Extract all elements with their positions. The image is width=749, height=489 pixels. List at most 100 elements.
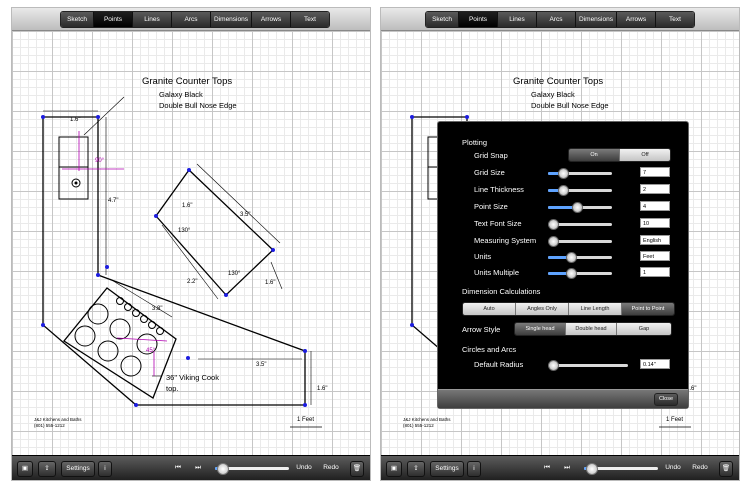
units-multiple-knob[interactable] — [566, 268, 577, 279]
units-multiple-slider[interactable] — [548, 268, 612, 279]
dim-3-5-a: 3.5" — [240, 212, 251, 218]
tab-sketch[interactable]: Sketch — [426, 12, 459, 27]
dim-2-2: 2.2" — [187, 279, 198, 285]
drawing-subtitle-2: Double Bull Nose Edge — [159, 101, 237, 110]
grid-snap-off[interactable]: Off — [620, 149, 670, 161]
rewind-icon[interactable]: ⏮ — [172, 461, 184, 475]
drawing-title: Granite Counter Tops — [513, 76, 604, 87]
units-field[interactable]: Feet — [640, 251, 670, 261]
island-outline — [155, 169, 274, 296]
measuring-system-knob[interactable] — [548, 236, 559, 247]
tab-lines[interactable]: Lines — [133, 12, 172, 27]
plotting-heading: Plotting — [462, 138, 488, 147]
redo-button[interactable]: Redo — [689, 461, 711, 475]
units-multiple-field[interactable]: 1 — [640, 267, 670, 277]
tab-dimensions[interactable]: Dimensions — [576, 12, 617, 27]
undo-button[interactable]: Undo — [293, 461, 315, 475]
tab-arcs[interactable]: Arcs — [172, 12, 211, 27]
trash-icon[interactable]: 🗑 — [350, 461, 364, 477]
tab-points[interactable]: Points — [459, 12, 498, 27]
settings-button[interactable]: Settings — [61, 461, 95, 477]
layers-icon[interactable]: ▣ — [386, 461, 402, 477]
grid-snap-label: Grid Snap — [474, 151, 508, 160]
drawing-subtitle-1: Galaxy Black — [531, 90, 575, 99]
trash-icon[interactable]: 🗑 — [719, 461, 733, 477]
tab-sketch[interactable]: Sketch — [61, 12, 94, 27]
arrow-double-head[interactable]: Double head — [566, 323, 617, 335]
scale-label: 1 Feet — [666, 417, 684, 423]
layers-icon[interactable]: ▣ — [17, 461, 33, 477]
measuring-system-slider[interactable] — [548, 236, 612, 247]
default-radius-field[interactable]: 0.14" — [640, 359, 670, 369]
redo-button[interactable]: Redo — [320, 461, 342, 475]
tab-lines[interactable]: Lines — [498, 12, 537, 27]
grid-snap-on[interactable]: On — [569, 149, 620, 161]
arrow-single-head[interactable]: Single head — [515, 323, 566, 335]
arrow-gap[interactable]: Gap — [617, 323, 671, 335]
tab-text[interactable]: Text — [291, 12, 329, 27]
zoom-slider-knob[interactable] — [217, 463, 230, 475]
measuring-system-label: Measuring System — [474, 236, 537, 245]
company-info: J&J Kitchens and Baths (801) 555-1212 — [403, 417, 451, 428]
tool-segmented-control: Sketch Points Lines Arcs Dimensions Arro… — [425, 11, 695, 28]
left-screen: Sketch Points Lines Arcs Dimensions Arro… — [12, 8, 370, 480]
line-thickness-label: Line Thickness — [474, 185, 524, 194]
bottom-toolbar: ▣ ⇪ Settings i ⏮ ⏭ Undo Redo 🗑 — [12, 455, 370, 480]
line-thickness-field[interactable]: 2 — [640, 184, 670, 194]
info-button[interactable]: i — [467, 461, 481, 477]
info-button[interactable]: i — [98, 461, 112, 477]
drawing-subtitle-2: Double Bull Nose Edge — [531, 101, 609, 110]
dim-calc-point-to-point[interactable]: Point to Point — [622, 303, 674, 315]
dim-3-5-b: 3.5" — [256, 362, 267, 368]
fast-forward-icon[interactable]: ⏭ — [192, 461, 204, 475]
dimension-calc-control: Auto Angles Only Line Length Point to Po… — [462, 302, 675, 316]
point-size-field[interactable]: 4 — [640, 201, 670, 211]
right-screen: Sketch Points Lines Arcs Dimensions Arro… — [381, 8, 739, 480]
text-font-size-field[interactable]: 10 — [640, 218, 670, 228]
dim-1-6-d: 1.6" — [317, 386, 328, 392]
dim-calc-line-length[interactable]: Line Length — [569, 303, 622, 315]
line-thickness-knob[interactable] — [558, 185, 569, 196]
measuring-system-field[interactable]: English — [640, 235, 670, 245]
grid-size-field[interactable]: 7 — [640, 167, 670, 177]
rewind-icon[interactable]: ⏮ — [541, 461, 553, 475]
grid-size-knob[interactable] — [558, 168, 569, 179]
dim-4-7: 4.7" — [108, 198, 119, 204]
default-radius-slider[interactable] — [548, 360, 628, 371]
grid-size-slider[interactable] — [548, 168, 612, 179]
scale-label: 1 Feet — [297, 417, 315, 423]
units-slider[interactable] — [548, 252, 612, 263]
tab-dimensions[interactable]: Dimensions — [211, 12, 252, 27]
grid-size-label: Grid Size — [474, 168, 505, 177]
settings-dialog: Plotting Grid Snap On Off Grid Size 7 Li… — [437, 121, 689, 409]
tab-arrows[interactable]: Arrows — [617, 12, 656, 27]
text-font-size-knob[interactable] — [548, 219, 559, 230]
zoom-slider-knob[interactable] — [586, 463, 599, 475]
dialog-footer: Close — [438, 389, 688, 408]
point-size-slider[interactable] — [548, 202, 612, 213]
tab-arrows[interactable]: Arrows — [252, 12, 291, 27]
default-radius-label: Default Radius — [474, 360, 524, 369]
undo-button[interactable]: Undo — [662, 461, 684, 475]
text-font-size-slider[interactable] — [548, 219, 612, 230]
share-icon[interactable]: ⇪ — [407, 461, 425, 477]
arrow-style-control: Single head Double head Gap — [514, 322, 672, 336]
tab-text[interactable]: Text — [656, 12, 694, 27]
drawing-canvas[interactable]: Granite Counter Tops Galaxy Black Double… — [381, 31, 739, 457]
dim-calc-angles-only[interactable]: Angles Only — [516, 303, 569, 315]
dim-3-8: 3.8" — [152, 306, 163, 312]
dim-45-deg: 45° — [146, 348, 156, 354]
default-radius-knob[interactable] — [548, 360, 559, 371]
dim-calc-auto[interactable]: Auto — [463, 303, 516, 315]
drawing-canvas[interactable]: Granite Counter Tops Galaxy Black Double… — [12, 31, 370, 457]
share-icon[interactable]: ⇪ — [38, 461, 56, 477]
settings-button[interactable]: Settings — [430, 461, 464, 477]
line-thickness-slider[interactable] — [548, 185, 612, 196]
drawing-title: Granite Counter Tops — [142, 76, 233, 87]
point-size-knob[interactable] — [572, 202, 583, 213]
fast-forward-icon[interactable]: ⏭ — [561, 461, 573, 475]
units-knob[interactable] — [566, 252, 577, 263]
tab-points[interactable]: Points — [94, 12, 133, 27]
tab-arcs[interactable]: Arcs — [537, 12, 576, 27]
close-button[interactable]: Close — [654, 393, 678, 406]
